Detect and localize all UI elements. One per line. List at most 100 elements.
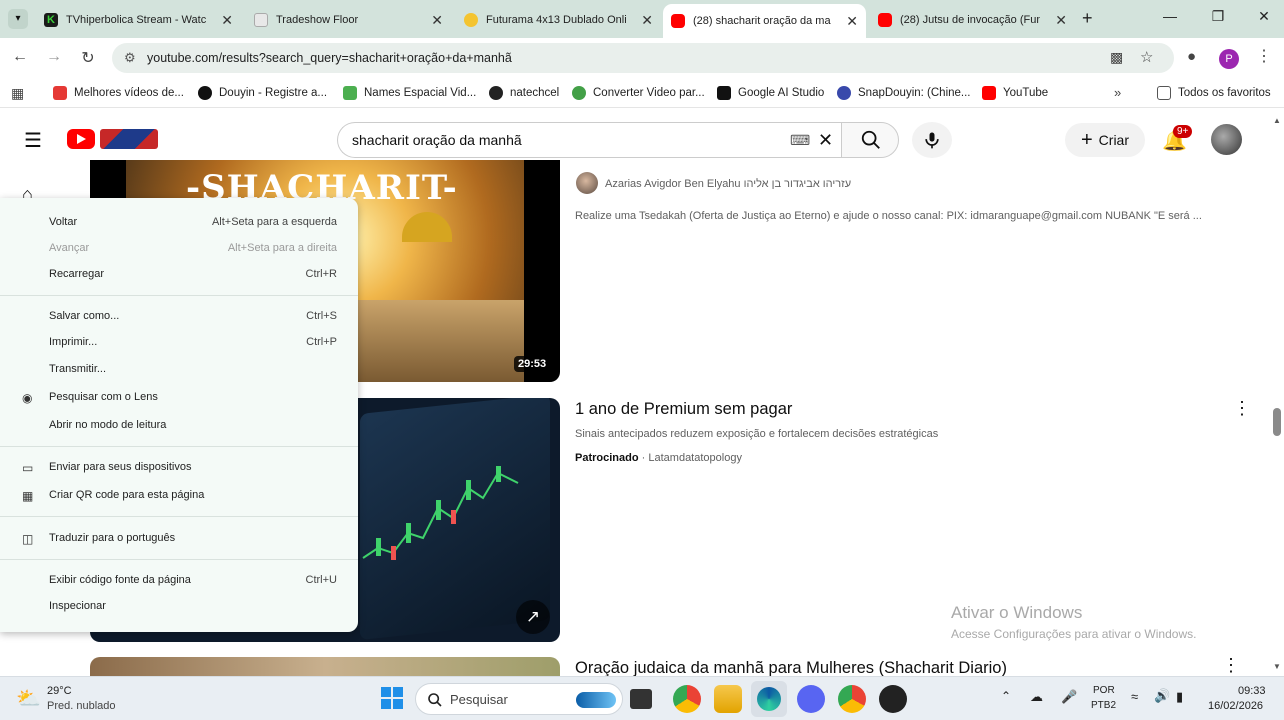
bookmark-label: Converter Video par... [593, 87, 705, 99]
minimize-icon[interactable]: — [1150, 8, 1190, 24]
file-explorer-icon[interactable] [714, 685, 742, 713]
back-arrow-icon[interactable]: ← [10, 48, 30, 66]
discord-icon[interactable] [797, 685, 825, 713]
bookmark-item[interactable]: Names Espacial Vid... [343, 86, 476, 100]
keyboard-icon[interactable]: ⌨ [790, 132, 810, 149]
site-info-icon[interactable]: ⚙ [124, 50, 136, 66]
advertiser-name[interactable]: Latamdatatopology [648, 452, 742, 464]
bookmark-item[interactable]: SnapDouyin: (Chine... [837, 86, 971, 100]
bookmark-item[interactable]: Google AI Studio [717, 86, 824, 100]
menu-item-lens[interactable]: ◉ Pesquisar com o Lens [0, 386, 358, 410]
apps-grid-icon[interactable]: ▦ [11, 85, 24, 102]
bookmark-item[interactable]: Converter Video par... [572, 86, 705, 100]
search-input[interactable] [352, 132, 752, 148]
bookmark-item[interactable]: natechcel [489, 86, 559, 100]
menu-item-save-as[interactable]: Salvar como... Ctrl+S [0, 305, 358, 329]
close-window-icon[interactable]: ✕ [1244, 8, 1284, 25]
menu-item-view-source[interactable]: Exibir código fonte da página Ctrl+U [0, 569, 358, 593]
weather-temperature[interactable]: 29°C [47, 685, 72, 697]
profile-avatar[interactable]: P [1219, 49, 1239, 69]
menu-item-back[interactable]: Voltar Alt+Seta para a esquerda [0, 211, 358, 235]
keyboard-language-bottom[interactable]: PTB2 [1091, 700, 1116, 711]
address-url[interactable]: youtube.com/results?search_query=shachar… [147, 51, 512, 65]
bookmark-item[interactable]: YouTube [982, 86, 1048, 100]
install-app-icon[interactable]: ▩ [1110, 49, 1123, 66]
youtube-logo-icon[interactable] [67, 129, 95, 149]
close-tab-icon[interactable]: ✕ [846, 13, 858, 30]
menu-item-send-to-devices[interactable]: ▭ Enviar para seus dispositivos [0, 456, 358, 480]
all-bookmarks-folder[interactable]: Todos os favoritos [1157, 86, 1271, 100]
edge-browser-icon[interactable] [751, 681, 787, 717]
menu-item-print[interactable]: Imprimir... Ctrl+P [0, 331, 358, 355]
clock-date[interactable]: 16/02/2026 [1208, 700, 1263, 712]
more-bookmarks-chevron-icon[interactable]: » [1114, 85, 1121, 100]
microphone-tray-icon[interactable]: 🎤 [1061, 689, 1077, 705]
bookmark-item[interactable]: Douyin - Registre a... [198, 86, 327, 100]
tab-futurama[interactable]: Futurama 4x13 Dublado Online ✕ [456, 6, 661, 34]
menu-item-forward[interactable]: Avançar Alt+Seta para a direita [0, 237, 358, 261]
chrome-profile-icon[interactable] [673, 685, 701, 713]
reload-icon[interactable]: ↻ [78, 48, 98, 68]
browser-menu-icon[interactable]: ⋮ [1256, 46, 1272, 66]
scroll-up-arrow-icon[interactable]: ▲ [1273, 116, 1281, 125]
bookmark-favicon-icon [53, 86, 67, 100]
voice-search-button[interactable] [912, 122, 952, 158]
new-tab-button[interactable]: + [1082, 8, 1093, 29]
ad-title[interactable]: 1 ano de Premium sem pagar [575, 400, 792, 419]
scroll-down-arrow-icon[interactable]: ▼ [1273, 662, 1281, 671]
start-button[interactable] [381, 687, 403, 709]
close-tab-icon[interactable]: ✕ [221, 12, 233, 29]
weather-cloud-icon[interactable]: ⛅ [16, 686, 41, 711]
menu-item-inspect[interactable]: Inspecionar [0, 595, 358, 619]
tray-overflow-chevron-icon[interactable]: ⌃ [1001, 689, 1011, 703]
forward-arrow-icon[interactable]: → [44, 48, 64, 66]
account-avatar[interactable] [1211, 124, 1242, 155]
open-link-arrow-icon[interactable]: ↗ [516, 600, 550, 634]
more-options-icon[interactable]: ⋮ [1222, 655, 1240, 676]
chrome-icon[interactable] [838, 685, 866, 713]
menu-item-reload[interactable]: Recarregar Ctrl+R [0, 263, 358, 287]
taskbar-search[interactable]: Pesquisar [415, 683, 623, 715]
scrollbar-track[interactable]: ▲ ▼ [1270, 116, 1284, 676]
bookmark-item[interactable]: Melhores vídeos de... [53, 86, 184, 100]
address-bar[interactable]: ⚙ youtube.com/results?search_query=shach… [112, 43, 1174, 73]
search-button[interactable] [841, 122, 899, 158]
scrollbar-thumb[interactable] [1273, 408, 1281, 436]
hamburger-menu-icon[interactable]: ☰ [24, 128, 42, 153]
menu-item-qr-code[interactable]: ▦ Criar QR code para esta página [0, 484, 358, 508]
volume-icon[interactable]: 🔊 [1154, 688, 1170, 704]
menu-item-translate[interactable]: ◫ Traduzir para o português [0, 527, 358, 551]
weather-description[interactable]: Pred. nublado [47, 700, 116, 712]
close-tab-icon[interactable]: ✕ [431, 12, 443, 29]
close-tab-icon[interactable]: ✕ [1055, 12, 1067, 29]
search-box[interactable]: ⌨ ✕ [337, 122, 843, 158]
tab-search-button[interactable]: ▾ [8, 9, 28, 29]
create-button[interactable]: + Criar [1065, 123, 1145, 157]
obs-icon[interactable] [879, 685, 907, 713]
tab-jutsu[interactable]: (28) Jutsu de invocação (Fun ✕ [870, 6, 1075, 34]
menu-item-reading-mode[interactable]: Abrir no modo de leitura [0, 414, 358, 438]
sponsored-label: Patrocinado [575, 452, 639, 464]
channel-avatar[interactable] [576, 172, 598, 194]
plus-icon: + [1080, 128, 1093, 151]
wifi-icon[interactable]: ≈ [1131, 689, 1138, 704]
network-status-icon[interactable]: ☁ [1030, 689, 1043, 705]
ad-sponsor-line: Patrocinado · Latamdatatopology [575, 452, 742, 464]
menu-divider [0, 559, 358, 560]
clock-time[interactable]: 09:33 [1238, 685, 1266, 697]
tab-title: Futurama 4x13 Dublado Online [486, 14, 626, 26]
task-view-icon[interactable] [630, 689, 652, 709]
restore-icon[interactable]: ❐ [1198, 8, 1238, 25]
extensions-icon[interactable]: ● [1187, 48, 1196, 65]
battery-icon[interactable]: ▮ [1176, 689, 1183, 705]
channel-name[interactable]: Azarias Avigdor Ben Elyahu עזריהו אביגדו… [605, 178, 851, 190]
keyboard-language-top[interactable]: POR [1093, 685, 1115, 696]
bookmark-star-icon[interactable]: ☆ [1140, 48, 1153, 66]
tab-shacharit[interactable]: (28) shacharit oração da manhã ✕ [663, 4, 866, 38]
more-options-icon[interactable]: ⋮ [1233, 398, 1251, 419]
tab-tvhiperbolica[interactable]: K TVhiperbolica Stream - Watch ✕ [36, 6, 241, 34]
clear-search-icon[interactable]: ✕ [818, 130, 833, 151]
close-tab-icon[interactable]: ✕ [641, 12, 653, 29]
tab-tradeshow[interactable]: Tradeshow Floor ✕ [246, 6, 451, 34]
menu-item-cast[interactable]: Transmitir... [0, 358, 358, 382]
